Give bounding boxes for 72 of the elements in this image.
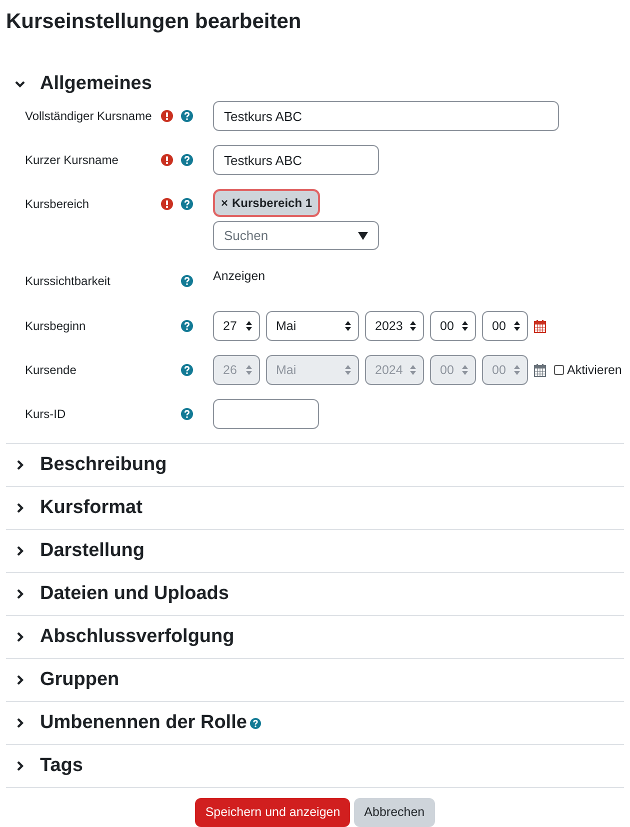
date-select[interactable]: 2023: [365, 311, 424, 341]
text-field[interactable]: [213, 399, 319, 429]
selected-tag[interactable]: × Kursbereich 1: [213, 189, 320, 217]
calendar-icon[interactable]: [534, 320, 546, 332]
checkbox-label: Aktivieren: [567, 362, 622, 379]
chevron-right-icon[interactable]: [14, 760, 26, 772]
date-select[interactable]: 00: [430, 311, 476, 341]
text-field[interactable]: Testkurs ABC: [213, 145, 379, 175]
chevron-right-icon[interactable]: [14, 717, 26, 729]
sort-icon: [345, 365, 351, 375]
sort-icon: [246, 321, 252, 331]
help-icon[interactable]: [181, 275, 193, 287]
section-heading[interactable]: Dateien und Uploads: [40, 580, 229, 608]
tag-label: Kursbereich 1: [232, 195, 312, 212]
select-value: 27: [223, 318, 237, 335]
section-heading[interactable]: Darstellung: [40, 536, 145, 566]
help-icon[interactable]: [250, 718, 261, 728]
select-value: 00: [492, 318, 506, 335]
chevron-right-icon[interactable]: [14, 545, 26, 557]
help-icon[interactable]: [181, 154, 193, 166]
sort-icon: [462, 321, 468, 331]
select-value: 00: [440, 362, 454, 379]
field-label: Kurs-ID: [25, 406, 67, 422]
chevron-right-icon[interactable]: [14, 459, 26, 471]
search-placeholder: Suchen: [224, 226, 268, 245]
field-label: Kursbeginn: [25, 318, 87, 334]
page-title: Kurseinstellungen bearbeiten: [6, 9, 302, 35]
sort-icon: [410, 365, 416, 375]
remove-tag-icon[interactable]: ×: [221, 194, 228, 212]
help-icon[interactable]: [181, 320, 193, 332]
field-label: Kursbereich: [25, 196, 90, 212]
field-label: Kurssichtbarkeit: [25, 273, 112, 289]
section-heading[interactable]: Tags: [40, 752, 83, 780]
search-dropdown[interactable]: Suchen: [213, 221, 379, 250]
select-value: 00: [440, 318, 454, 335]
sort-icon: [345, 321, 351, 331]
sort-icon: [246, 365, 252, 375]
select-value: Mai: [276, 362, 296, 379]
chevron-right-icon[interactable]: [14, 631, 26, 643]
section-heading[interactable]: Abschlussverfolgung: [40, 622, 234, 652]
cancel-button[interactable]: Abbrechen: [354, 798, 435, 827]
select-value: 26: [223, 362, 237, 379]
section-heading[interactable]: Umbenennen der Rolle: [40, 708, 247, 738]
section-heading[interactable]: Gruppen: [40, 666, 120, 694]
help-icon[interactable]: [181, 198, 193, 210]
help-icon[interactable]: [181, 408, 193, 420]
date-select[interactable]: 00: [482, 311, 528, 341]
sort-icon: [462, 365, 468, 375]
caret-icon: [358, 232, 368, 240]
text-field[interactable]: Testkurs ABC: [213, 101, 559, 131]
save-button[interactable]: Speichern und anzeigen: [195, 798, 350, 827]
sort-icon: [514, 321, 520, 331]
chevron-right-icon[interactable]: [14, 502, 26, 514]
select-value: 2023: [375, 318, 403, 335]
sort-icon: [410, 321, 416, 331]
sort-icon: [514, 365, 520, 375]
help-icon[interactable]: [181, 110, 193, 122]
chevron-right-icon[interactable]: [14, 588, 26, 600]
chevron-down-icon[interactable]: [14, 78, 26, 90]
select-value: 00: [492, 362, 506, 379]
section-heading[interactable]: Kursformat: [40, 494, 142, 522]
date-select[interactable]: 27: [213, 311, 260, 341]
section-heading[interactable]: Beschreibung: [40, 450, 167, 480]
field-label: Vollständiger Kursname: [25, 108, 153, 124]
chevron-right-icon[interactable]: [14, 674, 26, 686]
section-heading[interactable]: Allgemeines: [40, 70, 152, 98]
select-value: Mai: [276, 318, 296, 335]
date-select[interactable]: Mai: [266, 311, 359, 341]
field-label: Kursende: [25, 362, 78, 378]
static-value: Anzeigen: [213, 268, 266, 285]
select-value: 2024: [375, 362, 403, 379]
field-label: Kurzer Kursname: [25, 152, 120, 168]
